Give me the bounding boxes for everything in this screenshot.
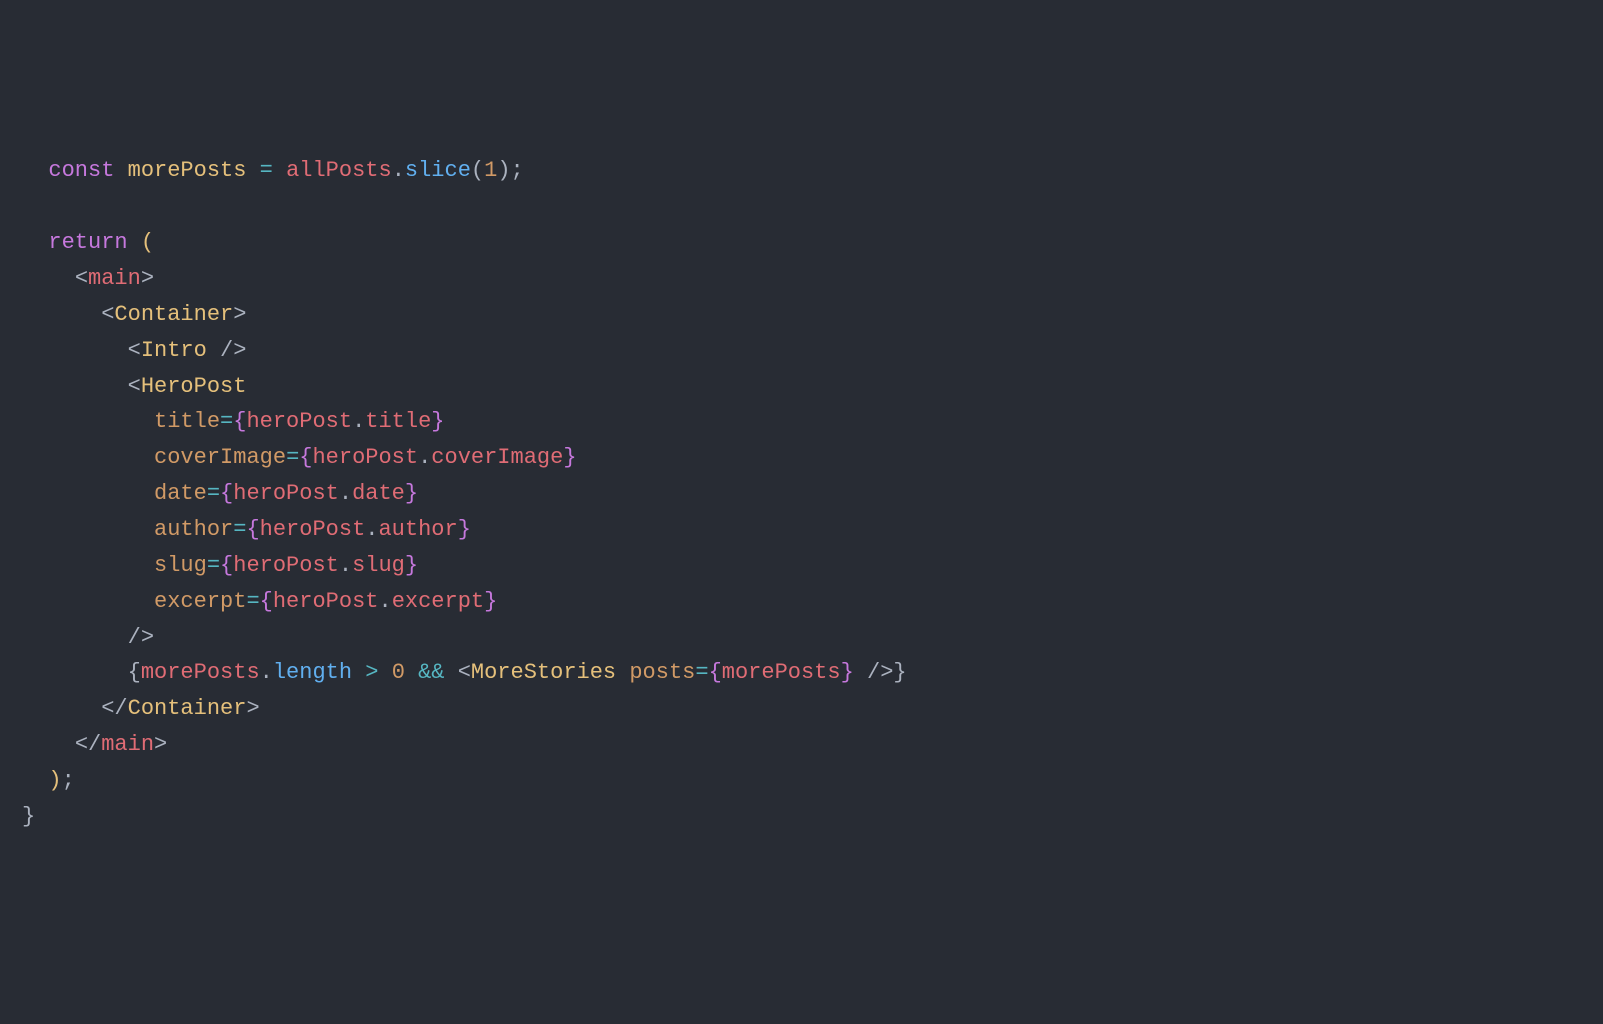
code-line-coverimage: coverImage={heroPost.coverImage} <box>22 445 577 470</box>
code-line-main-close: </main> <box>22 732 167 757</box>
code-line-date: date={heroPost.date} <box>22 481 418 506</box>
code-line-heropost-close: /> <box>22 625 154 650</box>
code-editor-content[interactable]: const morePosts = allPosts.slice(1); ret… <box>0 153 1603 834</box>
code-line-main-open: <main> <box>22 266 154 291</box>
code-line-heropost-open: <HeroPost <box>22 374 246 399</box>
code-line-slug: slug={heroPost.slug} <box>22 553 418 578</box>
code-line-return: return ( <box>22 230 154 255</box>
code-line-container-close: </Container> <box>22 696 260 721</box>
code-line-return-close: ); <box>22 768 75 793</box>
code-line-container-open: <Container> <box>22 302 246 327</box>
code-line-excerpt: excerpt={heroPost.excerpt} <box>22 589 497 614</box>
code-line-author: author={heroPost.author} <box>22 517 471 542</box>
code-line-intro: <Intro /> <box>22 338 246 363</box>
code-line-morestories: {morePosts.length > 0 && <MoreStories po… <box>22 660 907 685</box>
code-line-1: const morePosts = allPosts.slice(1); <box>22 158 524 183</box>
code-line-title: title={heroPost.title} <box>22 409 445 434</box>
code-line-fn-close: } <box>22 804 35 829</box>
